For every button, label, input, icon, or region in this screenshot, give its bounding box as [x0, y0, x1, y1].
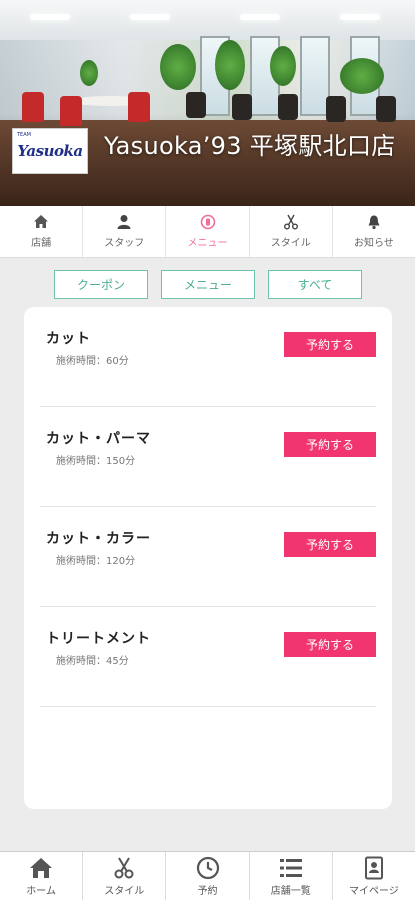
id-card-icon: [364, 856, 383, 879]
top-nav-label: 店舗: [31, 238, 52, 249]
bottom-nav-reserve[interactable]: 予約: [166, 852, 250, 900]
bell-icon: [368, 215, 380, 230]
menu-list-item: カット・カラー 施術時間：120分 予約する: [40, 507, 376, 607]
reserve-button[interactable]: 予約する: [284, 532, 376, 557]
menu-card: カット 施術時間：60分 予約する カット・パーマ 施術時間：150分 予約する…: [24, 307, 392, 809]
salon-logo: TEAM Yasuoka: [12, 128, 88, 174]
top-nav-style[interactable]: スタイル: [250, 206, 333, 257]
menu-title: カット・パーマ: [46, 431, 151, 447]
salon-name: Yasuoka’93 平塚駅北口店: [104, 132, 396, 160]
bottom-nav-label: スタイル: [104, 885, 145, 897]
bottom-nav-label: 予約: [197, 885, 218, 897]
bottom-nav-mypage[interactable]: マイページ: [333, 852, 415, 900]
logo-small-text: TEAM: [17, 132, 31, 138]
menu-duration: 施術時間：45分: [56, 656, 129, 667]
home-icon: [34, 215, 49, 228]
filter-bar: クーポン メニュー すべて: [0, 270, 415, 300]
bottom-nav-label: 店舗一覧: [270, 885, 311, 897]
top-nav: 店舗 スタッフ メニュー スタイル お知らせ: [0, 206, 415, 258]
home-icon: [30, 857, 53, 878]
top-nav-label: お知らせ: [354, 238, 394, 249]
reserve-button[interactable]: 予約する: [284, 332, 376, 357]
reserve-button[interactable]: 予約する: [284, 432, 376, 457]
bottom-nav-label: マイページ: [349, 885, 399, 897]
reserve-button[interactable]: 予約する: [284, 632, 376, 657]
menu-duration: 施術時間：120分: [56, 556, 136, 567]
menu-circle-icon: [200, 214, 215, 230]
scissors-icon: [283, 214, 298, 230]
scissors-icon: [114, 856, 134, 878]
top-nav-store[interactable]: 店舗: [0, 206, 84, 257]
bottom-nav-style[interactable]: スタイル: [83, 852, 167, 900]
menu-duration: 施術時間：60分: [56, 356, 129, 367]
menu-title: カット・カラー: [46, 531, 151, 547]
top-nav-staff[interactable]: スタッフ: [83, 206, 167, 257]
bottom-nav-label: ホーム: [26, 885, 56, 897]
menu-list-item: カット・パーマ 施術時間：150分 予約する: [40, 407, 376, 507]
person-icon: [117, 215, 131, 229]
header-image: TEAM Yasuoka Yasuoka’93 平塚駅北口店: [0, 0, 415, 206]
top-nav-news[interactable]: お知らせ: [333, 206, 415, 257]
top-nav-label: スタイル: [270, 238, 311, 249]
logo-text: Yasuoka: [17, 142, 83, 160]
top-nav-menu[interactable]: メニュー: [166, 206, 250, 257]
menu-list-item: カット 施術時間：60分 予約する: [40, 307, 376, 407]
menu-list-item: トリートメント 施術時間：45分 予約する: [40, 607, 376, 707]
filter-menu-button[interactable]: メニュー: [161, 270, 255, 299]
filter-all-button[interactable]: すべて: [268, 270, 362, 299]
bottom-nav: ホーム スタイル 予約 店舗一覧 マイページ: [0, 851, 415, 900]
top-nav-label: メニュー: [187, 238, 228, 249]
clock-icon: [196, 856, 219, 879]
filter-coupon-button[interactable]: クーポン: [54, 270, 148, 299]
top-nav-label: スタッフ: [104, 238, 145, 249]
bottom-nav-home[interactable]: ホーム: [0, 852, 84, 900]
list-icon: [279, 858, 302, 877]
menu-title: トリートメント: [46, 631, 151, 647]
bottom-nav-store-list[interactable]: 店舗一覧: [250, 852, 333, 900]
menu-title: カット: [46, 331, 91, 347]
menu-duration: 施術時間：150分: [56, 456, 136, 467]
